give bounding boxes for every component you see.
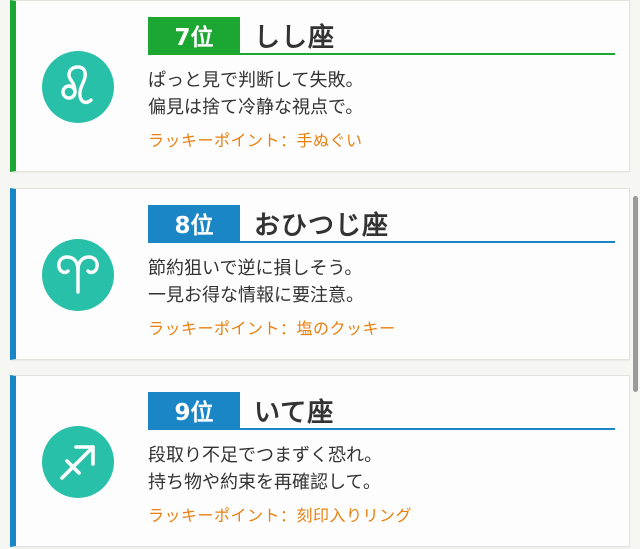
rank-badge: 8位 bbox=[148, 205, 240, 241]
fortune-line-2: 持ち物や約束を再確認して。 bbox=[148, 472, 381, 493]
lucky-point: ラッキーポイント：手ぬぐい bbox=[148, 131, 363, 150]
sign-name: しし座 bbox=[254, 22, 336, 53]
fortune-text: ぱっと見で判断して失敗。 偏見は捨て冷静な視点で。 bbox=[148, 67, 615, 121]
rank-badge: 9位 bbox=[148, 392, 240, 428]
card-header: 7位 しし座 bbox=[148, 17, 615, 55]
card-header: 8位 おひつじ座 bbox=[148, 205, 615, 243]
fortune-line-1: 節約狙いで逆に損しそう。 bbox=[148, 258, 363, 279]
lucky-point: ラッキーポイント：塩のクッキー bbox=[148, 319, 396, 338]
fortune-text: 節約狙いで逆に損しそう。 一見お得な情報に要注意。 bbox=[148, 255, 615, 309]
sign-name: いて座 bbox=[254, 397, 335, 428]
aries-icon bbox=[42, 239, 114, 311]
sagittarius-icon bbox=[42, 426, 114, 498]
horoscope-card-aries[interactable]: 8位 おひつじ座 節約狙いで逆に損しそう。 一見お得な情報に要注意。 ラッキーポ… bbox=[10, 188, 630, 360]
lucky-point: ラッキーポイント：刻印入りリング bbox=[148, 506, 413, 525]
fortune-line-2: 一見お得な情報に要注意。 bbox=[148, 285, 364, 306]
horoscope-card-leo[interactable]: 7位 しし座 ぱっと見で判断して失敗。 偏見は捨て冷静な視点で。 ラッキーポイン… bbox=[10, 0, 630, 172]
horoscope-card-sagittarius[interactable]: 9位 いて座 段取り不足でつまずく恐れ。 持ち物や約束を再確認して。 ラッキーポ… bbox=[10, 375, 630, 547]
fortune-line-1: 段取り不足でつまずく恐れ。 bbox=[148, 445, 383, 466]
rank-badge: 7位 bbox=[148, 17, 240, 53]
scrollbar[interactable] bbox=[633, 196, 638, 392]
horoscope-list: 7位 しし座 ぱっと見で判断して失敗。 偏見は捨て冷静な視点で。 ラッキーポイン… bbox=[0, 0, 640, 549]
fortune-line-2: 偏見は捨て冷静な視点で。 bbox=[148, 97, 364, 118]
card-header: 9位 いて座 bbox=[148, 392, 615, 430]
fortune-text: 段取り不足でつまずく恐れ。 持ち物や約束を再確認して。 bbox=[148, 442, 615, 496]
fortune-line-1: ぱっと見で判断して失敗。 bbox=[148, 70, 364, 91]
leo-icon bbox=[42, 51, 114, 123]
sign-name: おひつじ座 bbox=[254, 210, 390, 241]
